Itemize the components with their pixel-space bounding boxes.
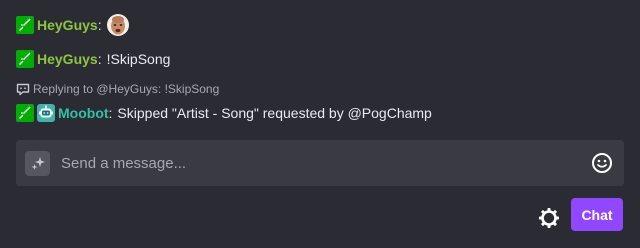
chat-username[interactable]: HeyGuys (37, 17, 98, 33)
moderator-sword-icon[interactable] (16, 104, 34, 122)
chat-message-text: !SkipSong (106, 51, 171, 67)
chat-username[interactable]: HeyGuys (37, 51, 98, 67)
chat-separator: : (97, 51, 102, 67)
chat-input-box (16, 140, 624, 186)
chat-panel: HeyGuys : HeyGuys : !SkipSong Replying t… (0, 0, 640, 248)
sparkle-icon[interactable] (25, 150, 50, 176)
smiley-icon[interactable] (590, 151, 614, 175)
face-emote[interactable] (106, 14, 129, 36)
reply-bubble-icon (16, 83, 30, 96)
moderator-sword-icon[interactable] (16, 16, 34, 34)
chat-message: HeyGuys : !SkipSong (16, 50, 170, 68)
gear-icon[interactable] (537, 206, 561, 230)
chat-separator: : (97, 17, 102, 33)
robot-icon[interactable] (37, 104, 55, 122)
chat-message-input[interactable] (59, 153, 590, 173)
chat-username[interactable]: Moobot (58, 105, 109, 121)
reply-context[interactable]: Replying to @HeyGuys: !SkipSong (16, 82, 219, 96)
moderator-sword-icon[interactable] (16, 50, 34, 68)
chat-message-text: Skipped "Artist - Song" requested by @Po… (117, 105, 432, 121)
chat-separator: : (108, 105, 113, 121)
reply-context-text: Replying to @HeyGuys: !SkipSong (33, 82, 220, 96)
chat-message: HeyGuys : (16, 14, 129, 36)
chat-send-button[interactable]: Chat (571, 198, 623, 231)
chat-message: Moobot : Skipped "Artist - Song" request… (16, 104, 432, 122)
